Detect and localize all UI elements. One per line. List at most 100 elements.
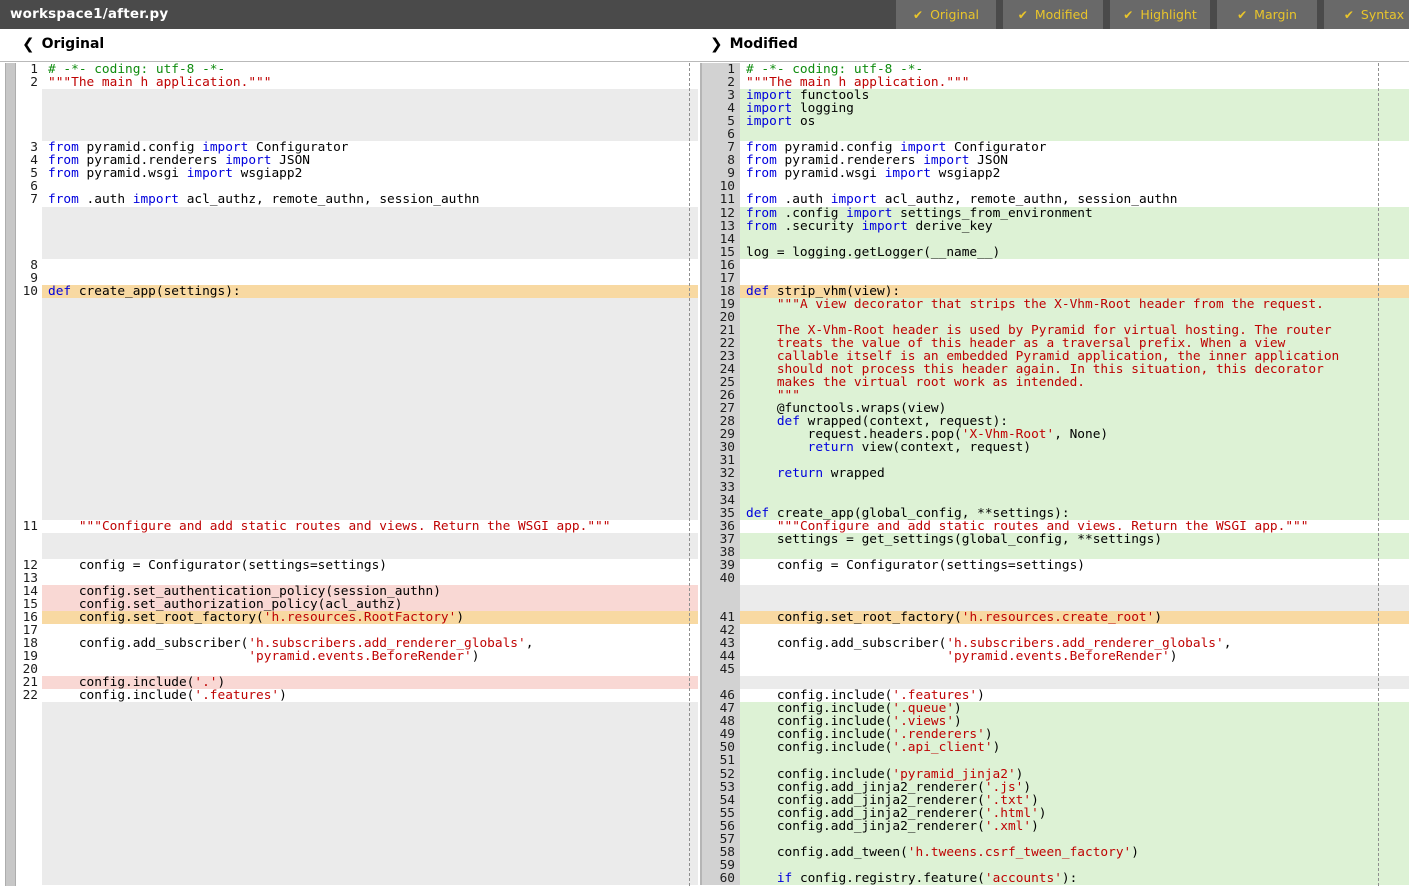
diff-row: 19 'pyramid.events.BeforeRender') bbox=[16, 650, 698, 663]
line-number: 10 bbox=[16, 285, 42, 298]
line-number bbox=[16, 833, 42, 846]
code-line bbox=[42, 233, 698, 246]
toggle-margin-button[interactable]: ✔ Margin bbox=[1217, 0, 1317, 29]
button-label: Modified bbox=[1035, 7, 1088, 22]
code-line: if config.registry.feature('accounts'): bbox=[740, 872, 1409, 885]
line-number: 60 bbox=[700, 872, 740, 885]
diff-row: 11 """Configure and add static routes an… bbox=[16, 520, 698, 533]
line-number: 34 bbox=[700, 494, 740, 507]
line-number bbox=[700, 598, 740, 611]
code-line bbox=[42, 872, 698, 885]
line-number bbox=[16, 102, 42, 115]
code-line bbox=[42, 728, 698, 741]
diff-row: 40 bbox=[700, 572, 1409, 585]
code-line bbox=[42, 820, 698, 833]
code-line bbox=[42, 846, 698, 859]
toolbar: ✔ Original ✔ Modified ✔ Highlight ✔ Marg… bbox=[896, 0, 1409, 29]
line-number: 19 bbox=[700, 298, 740, 311]
diff-row bbox=[16, 89, 698, 102]
original-panel[interactable]: 1# -*- coding: utf-8 -*-2"""The main h a… bbox=[0, 63, 698, 886]
code-line bbox=[42, 376, 698, 389]
code-line bbox=[42, 102, 698, 115]
code-line: log = logging.getLogger(__name__) bbox=[740, 246, 1409, 259]
diff-row bbox=[16, 363, 698, 376]
button-label: Original bbox=[930, 7, 979, 22]
toggle-highlight-button[interactable]: ✔ Highlight bbox=[1110, 0, 1210, 29]
code-line bbox=[42, 259, 698, 272]
line-number: 9 bbox=[16, 272, 42, 285]
diff-row bbox=[16, 702, 698, 715]
diff-row bbox=[16, 846, 698, 859]
diff-row bbox=[16, 781, 698, 794]
line-number: 15 bbox=[16, 598, 42, 611]
line-number: 38 bbox=[700, 546, 740, 559]
modified-panel-header: ❯ Modified bbox=[710, 35, 798, 53]
code-line bbox=[42, 807, 698, 820]
line-number bbox=[16, 128, 42, 141]
margin-line-modified bbox=[1378, 63, 1379, 886]
title-bar: workspace1/after.py ✔ Original ✔ Modifie… bbox=[0, 0, 1409, 29]
toggle-modified-button[interactable]: ✔ Modified bbox=[1003, 0, 1103, 29]
line-number: 5 bbox=[16, 167, 42, 180]
panel-headers: ❮ Original ❯ Modified bbox=[0, 29, 1409, 62]
line-number: 6 bbox=[16, 180, 42, 193]
diff-row: 13from .security import derive_key bbox=[700, 220, 1409, 233]
code-line: config.set_root_factory('h.resources.cre… bbox=[740, 611, 1409, 624]
modified-code-rows: 1# -*- coding: utf-8 -*-2"""The main h a… bbox=[700, 63, 1409, 885]
line-number: 15 bbox=[700, 246, 740, 259]
line-number bbox=[16, 246, 42, 259]
diff-row: 45 bbox=[700, 663, 1409, 676]
diff-row: 7from .auth import acl_authz, remote_aut… bbox=[16, 193, 698, 206]
code-line: import os bbox=[740, 115, 1409, 128]
code-line bbox=[42, 467, 698, 480]
line-number: 33 bbox=[700, 481, 740, 494]
check-icon: ✔ bbox=[1237, 8, 1247, 22]
original-panel-title: Original bbox=[42, 36, 105, 52]
line-number: 17 bbox=[700, 272, 740, 285]
diff-row: 33 bbox=[700, 481, 1409, 494]
window-title: workspace1/after.py bbox=[10, 0, 168, 29]
line-number bbox=[16, 702, 42, 715]
toggle-syntax-button[interactable]: ✔ Syntax bbox=[1324, 0, 1409, 29]
line-number bbox=[16, 324, 42, 337]
code-line: from .security import derive_key bbox=[740, 220, 1409, 233]
line-number bbox=[16, 376, 42, 389]
diff-row: 16 config.set_root_factory('h.resources.… bbox=[16, 611, 698, 624]
line-number bbox=[16, 115, 42, 128]
line-number: 59 bbox=[700, 859, 740, 872]
diff-row bbox=[16, 402, 698, 415]
line-number bbox=[16, 715, 42, 728]
diff-row: 60 if config.registry.feature('accounts'… bbox=[700, 872, 1409, 885]
line-number: 37 bbox=[700, 533, 740, 546]
code-line bbox=[42, 741, 698, 754]
diff-row: 25 makes the virtual root work as intend… bbox=[700, 376, 1409, 389]
modified-panel[interactable]: 1# -*- coding: utf-8 -*-2"""The main h a… bbox=[700, 63, 1409, 886]
line-number bbox=[16, 389, 42, 402]
diff-row bbox=[16, 833, 698, 846]
code-line: config = Configurator(settings=settings) bbox=[740, 559, 1409, 572]
diff-row bbox=[16, 389, 698, 402]
line-number: 32 bbox=[700, 467, 740, 480]
code-line bbox=[42, 298, 698, 311]
diff-row bbox=[16, 233, 698, 246]
toggle-original-button[interactable]: ✔ Original bbox=[896, 0, 996, 29]
line-number bbox=[16, 415, 42, 428]
line-number bbox=[16, 546, 42, 559]
line-number: 16 bbox=[700, 259, 740, 272]
diff-row bbox=[16, 859, 698, 872]
code-line: config.set_root_factory('h.resources.Roo… bbox=[42, 611, 698, 624]
line-number bbox=[16, 454, 42, 467]
code-line bbox=[42, 207, 698, 220]
code-line: """The main h application.""" bbox=[42, 76, 698, 89]
original-panel-header: ❮ Original bbox=[22, 35, 104, 53]
diff-row: 22 config.include('.features') bbox=[16, 689, 698, 702]
diff-row bbox=[16, 754, 698, 767]
diff-row bbox=[16, 102, 698, 115]
check-icon: ✔ bbox=[1123, 8, 1133, 22]
code-line: return view(context, request) bbox=[740, 441, 1409, 454]
line-number: 14 bbox=[700, 233, 740, 246]
diff-row bbox=[16, 220, 698, 233]
diff-row bbox=[700, 585, 1409, 598]
diff-row bbox=[16, 481, 698, 494]
line-number: 11 bbox=[700, 193, 740, 206]
